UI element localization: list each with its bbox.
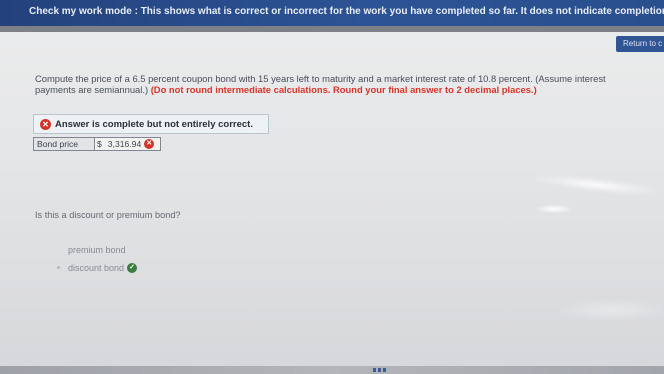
bond-price-field[interactable]: $ 3,316.94 ✕ [95, 137, 161, 151]
incorrect-icon: ✕ [144, 139, 155, 149]
radio-button-selected[interactable] [55, 264, 63, 272]
question2-text: Is this a discount or premium bond? [35, 210, 181, 220]
question-text: Compute the price of a 6.5 percent coupo… [35, 73, 635, 95]
return-button[interactable]: Return to c [616, 36, 664, 52]
answer-feedback-box: ✕ Answer is complete but not entirely co… [33, 114, 269, 134]
x-circle-icon: ✕ [40, 118, 51, 130]
option-label: premium bond [68, 245, 126, 255]
bottom-bar [0, 366, 664, 374]
check-circle-icon: ✓ [127, 263, 138, 273]
feedback-text: Answer is complete but not entirely corr… [55, 118, 253, 130]
option-discount-bond[interactable]: discount bond ✓ [55, 263, 138, 273]
page-indicator-icon [373, 368, 387, 372]
rounding-instruction: (Do not round intermediate calculations.… [150, 84, 537, 95]
screen-glare [531, 171, 663, 199]
option-label: discount bond [68, 263, 125, 273]
screen-glare [560, 300, 664, 320]
currency-symbol: $ [97, 139, 102, 149]
check-my-work-banner: Check my work mode : This shows what is … [0, 0, 664, 26]
option-premium-bond[interactable]: premium bond [55, 245, 126, 255]
page-background: Check my work mode : This shows what is … [0, 0, 664, 374]
bond-price-value[interactable]: 3,316.94 [108, 139, 141, 149]
bond-price-label: Bond price [33, 137, 95, 151]
answer-table: Bond price $ 3,316.94 ✕ [33, 137, 161, 151]
header-divider [0, 26, 664, 32]
radio-button[interactable] [55, 246, 63, 254]
screen-glare [537, 205, 571, 213]
